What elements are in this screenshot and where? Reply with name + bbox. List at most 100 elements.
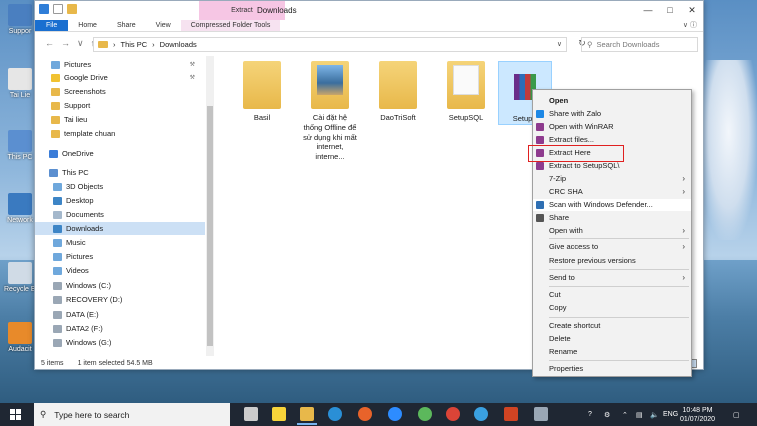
maximize-button[interactable]: □ (659, 1, 681, 20)
menu-item[interactable]: Delete (533, 333, 691, 345)
powerpoint-icon[interactable] (504, 407, 518, 421)
nav-item[interactable]: 3D Objects (35, 180, 205, 193)
menu-item[interactable]: Cut (533, 289, 691, 301)
address-input[interactable]: › This PC › Downloads ∨ (93, 37, 567, 52)
menu-item[interactable]: Open with WinRAR (533, 121, 691, 133)
edge-icon[interactable] (328, 407, 342, 421)
nav-item[interactable]: Tai lieu (35, 113, 205, 126)
nav-item[interactable]: Google Drive ⚒ (35, 71, 205, 84)
nav-item[interactable]: Documents (35, 208, 205, 221)
new-doc-icon[interactable] (53, 4, 63, 14)
new-folder-icon[interactable] (67, 4, 77, 14)
network-icon[interactable]: ▤ (636, 403, 643, 426)
nav-item[interactable]: RECOVERY (D:) (35, 293, 205, 306)
desktop-icon[interactable]: Audacit (4, 322, 36, 353)
desktop-icon[interactable]: Network (4, 193, 36, 224)
nav-item[interactable]: Pictures (35, 250, 205, 263)
folder-preview-document (453, 65, 479, 95)
menu-item[interactable]: Open (533, 95, 691, 107)
back-arrow-icon[interactable]: ← (45, 38, 54, 49)
menu-item[interactable]: CRC SHA › (533, 186, 691, 198)
properties-icon[interactable] (39, 4, 49, 14)
file-item[interactable]: SetupSQL (439, 61, 493, 123)
nav-scrollbar[interactable] (206, 56, 214, 356)
menu-item[interactable]: Create shortcut (533, 320, 691, 332)
show-hidden-icons-icon[interactable]: ⌃ (622, 403, 628, 426)
menu-item[interactable]: 7-Zip › (533, 173, 691, 185)
recent-chevron-icon[interactable]: ∨ (77, 38, 84, 49)
menu-item[interactable]: Scan with Windows Defender... (533, 199, 691, 211)
tab-file[interactable]: File (35, 20, 69, 31)
nav-item[interactable]: Desktop (35, 194, 205, 207)
chrome-icon[interactable] (446, 407, 460, 421)
nav-item[interactable]: This PC (35, 166, 205, 179)
file-item[interactable]: Basil (235, 61, 289, 123)
menu-item[interactable]: Send to › (533, 272, 691, 284)
menu-item[interactable]: Give access to › (533, 241, 691, 253)
onedrive-sync-icon[interactable] (474, 407, 488, 421)
nav-item[interactable]: OneDrive (35, 147, 205, 160)
menu-item[interactable]: Rename (533, 346, 691, 358)
tab-home[interactable]: Home (68, 20, 107, 31)
menu-item[interactable]: Extract Here (528, 145, 691, 162)
windows-start-icon[interactable] (10, 409, 21, 420)
menu-item[interactable]: Open with › (533, 225, 691, 237)
file-explorer-icon[interactable] (297, 407, 317, 425)
menu-item-label: Share with Zalo (549, 109, 602, 118)
taskbar-search-input[interactable]: ⚲ Type here to search (34, 403, 230, 426)
notifications-icon[interactable]: ▢ (733, 403, 740, 426)
menu-item[interactable]: Share with Zalo (533, 108, 691, 120)
close-button[interactable]: ✕ (681, 1, 703, 20)
menu-item[interactable]: Properties (533, 363, 691, 375)
nav-item[interactable]: Pictures ⚒ (35, 58, 205, 71)
ribbon-expand-icon[interactable]: ∨ ⓘ (683, 20, 697, 32)
nav-item[interactable]: Videos (35, 264, 205, 277)
desktop-icon[interactable]: Suppor (4, 4, 36, 35)
breadcrumb-downloads[interactable]: Downloads (160, 40, 197, 49)
menu-item[interactable]: Share (533, 212, 691, 224)
file-item[interactable]: Cài đặt hệ thống Offline để sử dụng khi … (303, 61, 357, 162)
nav-item[interactable]: Downloads (35, 222, 205, 235)
firefox-icon[interactable] (358, 407, 372, 421)
zoom-icon[interactable] (388, 407, 402, 421)
nav-item[interactable]: DATA (E:) (35, 308, 205, 321)
selection-info: 1 item selected 54.5 MB (77, 360, 153, 367)
desktop-icon[interactable]: Tai Lie (4, 68, 36, 99)
nav-item-label: Documents (66, 210, 104, 219)
help-icon[interactable]: ? (588, 403, 592, 426)
app-grey-icon[interactable] (534, 407, 548, 421)
nav-item[interactable]: Music (35, 236, 205, 249)
desktop-icon[interactable]: Recycle Bi (4, 262, 37, 293)
desktop-icon[interactable]: This PC (4, 130, 36, 161)
minimize-button[interactable]: — (637, 1, 659, 20)
nav-item[interactable]: Windows (G:) (35, 336, 205, 349)
address-dropdown-icon[interactable]: ∨ (557, 40, 562, 48)
menu-item[interactable]: Restore previous versions (533, 255, 691, 267)
breadcrumb-this-pc[interactable]: This PC (121, 40, 148, 49)
task-view-icon[interactable] (244, 407, 258, 421)
nav-scrollbar-thumb[interactable] (207, 106, 213, 346)
nav-item[interactable]: Windows (C:) (35, 279, 205, 292)
input-language[interactable]: ENG (663, 403, 678, 426)
nav-item[interactable]: DATA2 (F:) (35, 322, 205, 335)
nav-item[interactable]: template chuan (35, 127, 205, 140)
nav-item[interactable]: Support (35, 99, 205, 112)
folder-icon (447, 61, 485, 109)
folder-icon (53, 224, 62, 233)
file-item[interactable]: DaoTriSoft (371, 61, 425, 123)
tab-view[interactable]: View (146, 20, 181, 31)
volume-icon[interactable]: 🔈 (650, 403, 659, 426)
nav-item[interactable]: Screenshots (35, 85, 205, 98)
tab-compressed-folder-tools[interactable]: Compressed Folder Tools (180, 20, 281, 31)
forward-arrow-icon[interactable]: → (61, 38, 70, 49)
sticky-notes-icon[interactable] (272, 407, 286, 421)
search-input[interactable]: ⚲ Search Downloads (581, 37, 698, 52)
tab-share[interactable]: Share (107, 20, 146, 31)
tray-app-icon[interactable]: ⚙ (604, 403, 610, 426)
nav-item-label: Tai lieu (64, 115, 88, 124)
menu-item[interactable]: Copy (533, 302, 691, 314)
clock[interactable]: 10:48 PM 01/07/2020 (680, 406, 715, 424)
app-green-icon[interactable] (418, 407, 432, 421)
folder-icon (53, 210, 62, 219)
menu-item[interactable]: Extract to SetupSQL\ (533, 160, 691, 172)
